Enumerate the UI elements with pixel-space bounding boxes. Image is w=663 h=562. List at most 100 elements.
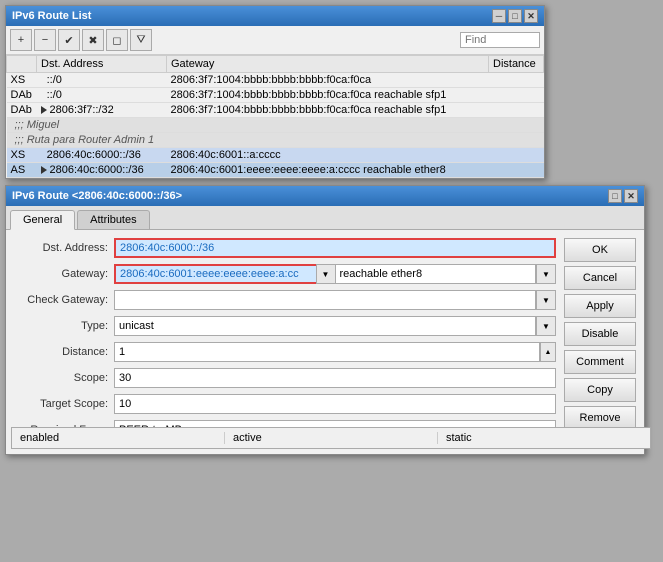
apply-button[interactable]: Apply [564, 294, 636, 318]
type-arrow[interactable]: ▼ [536, 316, 556, 336]
section-label: ;;; Miguel [7, 118, 544, 133]
distance-input-wrap: ▲ [114, 342, 556, 362]
row-gw: 2806:3f7:1004:bbbb:bbbb:bbbb:f0ca:f0ca [167, 73, 489, 88]
row-flag: XS [7, 148, 37, 163]
row-gw: 2806:40c:6001:eeee:eeee:eeee:a:cccc reac… [167, 163, 489, 178]
route-table-scroll: Dst. Address Gateway Distance XS ::/0 28… [6, 55, 544, 178]
type-input[interactable] [114, 316, 536, 336]
row-dist [489, 73, 544, 88]
row-dist [489, 148, 544, 163]
gateway-dropdown-arrow[interactable]: ▼ [316, 264, 336, 284]
route-table: Dst. Address Gateway Distance XS ::/0 28… [6, 55, 544, 178]
row-dst: 2806:40c:6000::/36 [37, 163, 167, 178]
row-gw: 2806:3f7:1004:bbbb:bbbb:bbbb:f0ca:f0ca r… [167, 103, 489, 118]
ok-button[interactable]: OK [564, 238, 636, 262]
tab-general[interactable]: General [10, 210, 75, 230]
edit-minimize-button[interactable]: □ [608, 189, 622, 203]
row-flag: XS [7, 73, 37, 88]
route-table-container: Dst. Address Gateway Distance XS ::/0 28… [6, 55, 544, 178]
gateway-input-wrap: ▼ ▼ [114, 264, 556, 284]
dst-address-input[interactable] [114, 238, 556, 258]
row-dist [489, 163, 544, 178]
row-dst: 2806:40c:6000::/36 [37, 148, 167, 163]
dst-address-label: Dst. Address: [14, 242, 114, 254]
edit-titlebar-buttons: □ ✕ [608, 189, 638, 203]
form-area: Dst. Address: Gateway: ▼ ▼ Check Gateway… [6, 230, 564, 454]
tabs-bar: General Attributes [6, 206, 644, 230]
gateway-group: Gateway: ▼ ▼ [14, 264, 556, 284]
edit-body: Dst. Address: Gateway: ▼ ▼ Check Gateway… [6, 230, 644, 454]
tab-attributes[interactable]: Attributes [77, 210, 149, 229]
gateway-suffix-input[interactable] [336, 264, 537, 284]
target-scope-label: Target Scope: [14, 398, 114, 410]
row-flag: DAb [7, 103, 37, 118]
status-cell-static: static [438, 432, 650, 444]
disable-button[interactable]: Disable [564, 322, 636, 346]
status-cell-enabled: enabled [12, 432, 225, 444]
edit-close-button[interactable]: ✕ [624, 189, 638, 203]
route-edit-titlebar: IPv6 Route <2806:40c:6000::/36> □ ✕ [6, 186, 644, 206]
gateway-label: Gateway: [14, 268, 114, 280]
toolbar: + − ✔ ✖ ◻ ⛛ [6, 26, 544, 55]
maximize-button[interactable]: □ [508, 9, 522, 23]
row-dst: ::/0 [37, 73, 167, 88]
cancel-button[interactable]: Cancel [564, 266, 636, 290]
minimize-button[interactable]: ─ [492, 9, 506, 23]
scope-group: Scope: [14, 368, 556, 388]
table-row[interactable]: DAb 2806:3f7::/32 2806:3f7:1004:bbbb:bbb… [7, 103, 544, 118]
scope-input[interactable] [114, 368, 556, 388]
type-group: Type: ▼ [14, 316, 556, 336]
check-gateway-input-wrap: ▼ [114, 290, 556, 310]
close-button[interactable]: ✕ [524, 9, 538, 23]
section-header-row: ;;; Miguel [7, 118, 544, 133]
section-header-row: ;;; Ruta para Router Admin 1 [7, 133, 544, 148]
col-header-dist[interactable]: Distance [489, 56, 544, 73]
status-bar: enabled active static [11, 427, 651, 449]
type-input-wrap: ▼ [114, 316, 556, 336]
row-gw: 2806:3f7:1004:bbbb:bbbb:bbbb:f0ca:f0ca r… [167, 88, 489, 103]
route-edit-window: IPv6 Route <2806:40c:6000::/36> □ ✕ Gene… [5, 185, 645, 455]
add-button[interactable]: + [10, 29, 32, 51]
gateway-suffix-arrow[interactable]: ▼ [536, 264, 556, 284]
col-header-gw[interactable]: Gateway [167, 56, 489, 73]
remove-button[interactable]: − [34, 29, 56, 51]
target-scope-input[interactable] [114, 394, 556, 414]
find-input[interactable] [460, 32, 540, 48]
status-cell-active: active [225, 432, 438, 444]
route-list-title: IPv6 Route List [12, 10, 91, 22]
row-flag: AS [7, 163, 37, 178]
comment-button[interactable]: Comment [564, 350, 636, 374]
col-header-dst[interactable]: Dst. Address [37, 56, 167, 73]
copy-button[interactable]: Copy [564, 378, 636, 402]
route-list-window: IPv6 Route List ─ □ ✕ + − ✔ ✖ ◻ ⛛ Dst. A… [5, 5, 545, 179]
section-label: ;;; Ruta para Router Admin 1 [7, 133, 544, 148]
route-edit-title: IPv6 Route <2806:40c:6000::/36> [12, 190, 182, 202]
filter-button[interactable]: ⛛ [130, 29, 152, 51]
type-label: Type: [14, 320, 114, 332]
check-gateway-group: Check Gateway: ▼ [14, 290, 556, 310]
titlebar-buttons: ─ □ ✕ [492, 9, 538, 23]
dst-address-group: Dst. Address: [14, 238, 556, 258]
row-dst: ::/0 [37, 88, 167, 103]
copy-button[interactable]: ◻ [106, 29, 128, 51]
col-header-flag [7, 56, 37, 73]
gateway-input[interactable] [114, 264, 316, 284]
distance-up-arrow[interactable]: ▲ [540, 342, 556, 362]
distance-group: Distance: ▲ [14, 342, 556, 362]
route-list-titlebar: IPv6 Route List ─ □ ✕ [6, 6, 544, 26]
check-gateway-input[interactable] [114, 290, 536, 310]
row-flag: DAb [7, 88, 37, 103]
cross-button[interactable]: ✖ [82, 29, 104, 51]
table-row[interactable]: DAb ::/0 2806:3f7:1004:bbbb:bbbb:bbbb:f0… [7, 88, 544, 103]
check-gateway-arrow[interactable]: ▼ [536, 290, 556, 310]
distance-input[interactable] [114, 342, 540, 362]
table-row[interactable]: AS 2806:40c:6000::/36 2806:40c:6001:eeee… [7, 163, 544, 178]
row-dist [489, 103, 544, 118]
button-panel: OK Cancel Apply Disable Comment Copy Rem… [564, 230, 644, 454]
row-dist [489, 88, 544, 103]
table-row[interactable]: XS ::/0 2806:3f7:1004:bbbb:bbbb:bbbb:f0c… [7, 73, 544, 88]
row-dst: 2806:3f7::/32 [37, 103, 167, 118]
table-row[interactable]: XS 2806:40c:6000::/36 2806:40c:6001::a:c… [7, 148, 544, 163]
distance-label: Distance: [14, 346, 114, 358]
check-button[interactable]: ✔ [58, 29, 80, 51]
